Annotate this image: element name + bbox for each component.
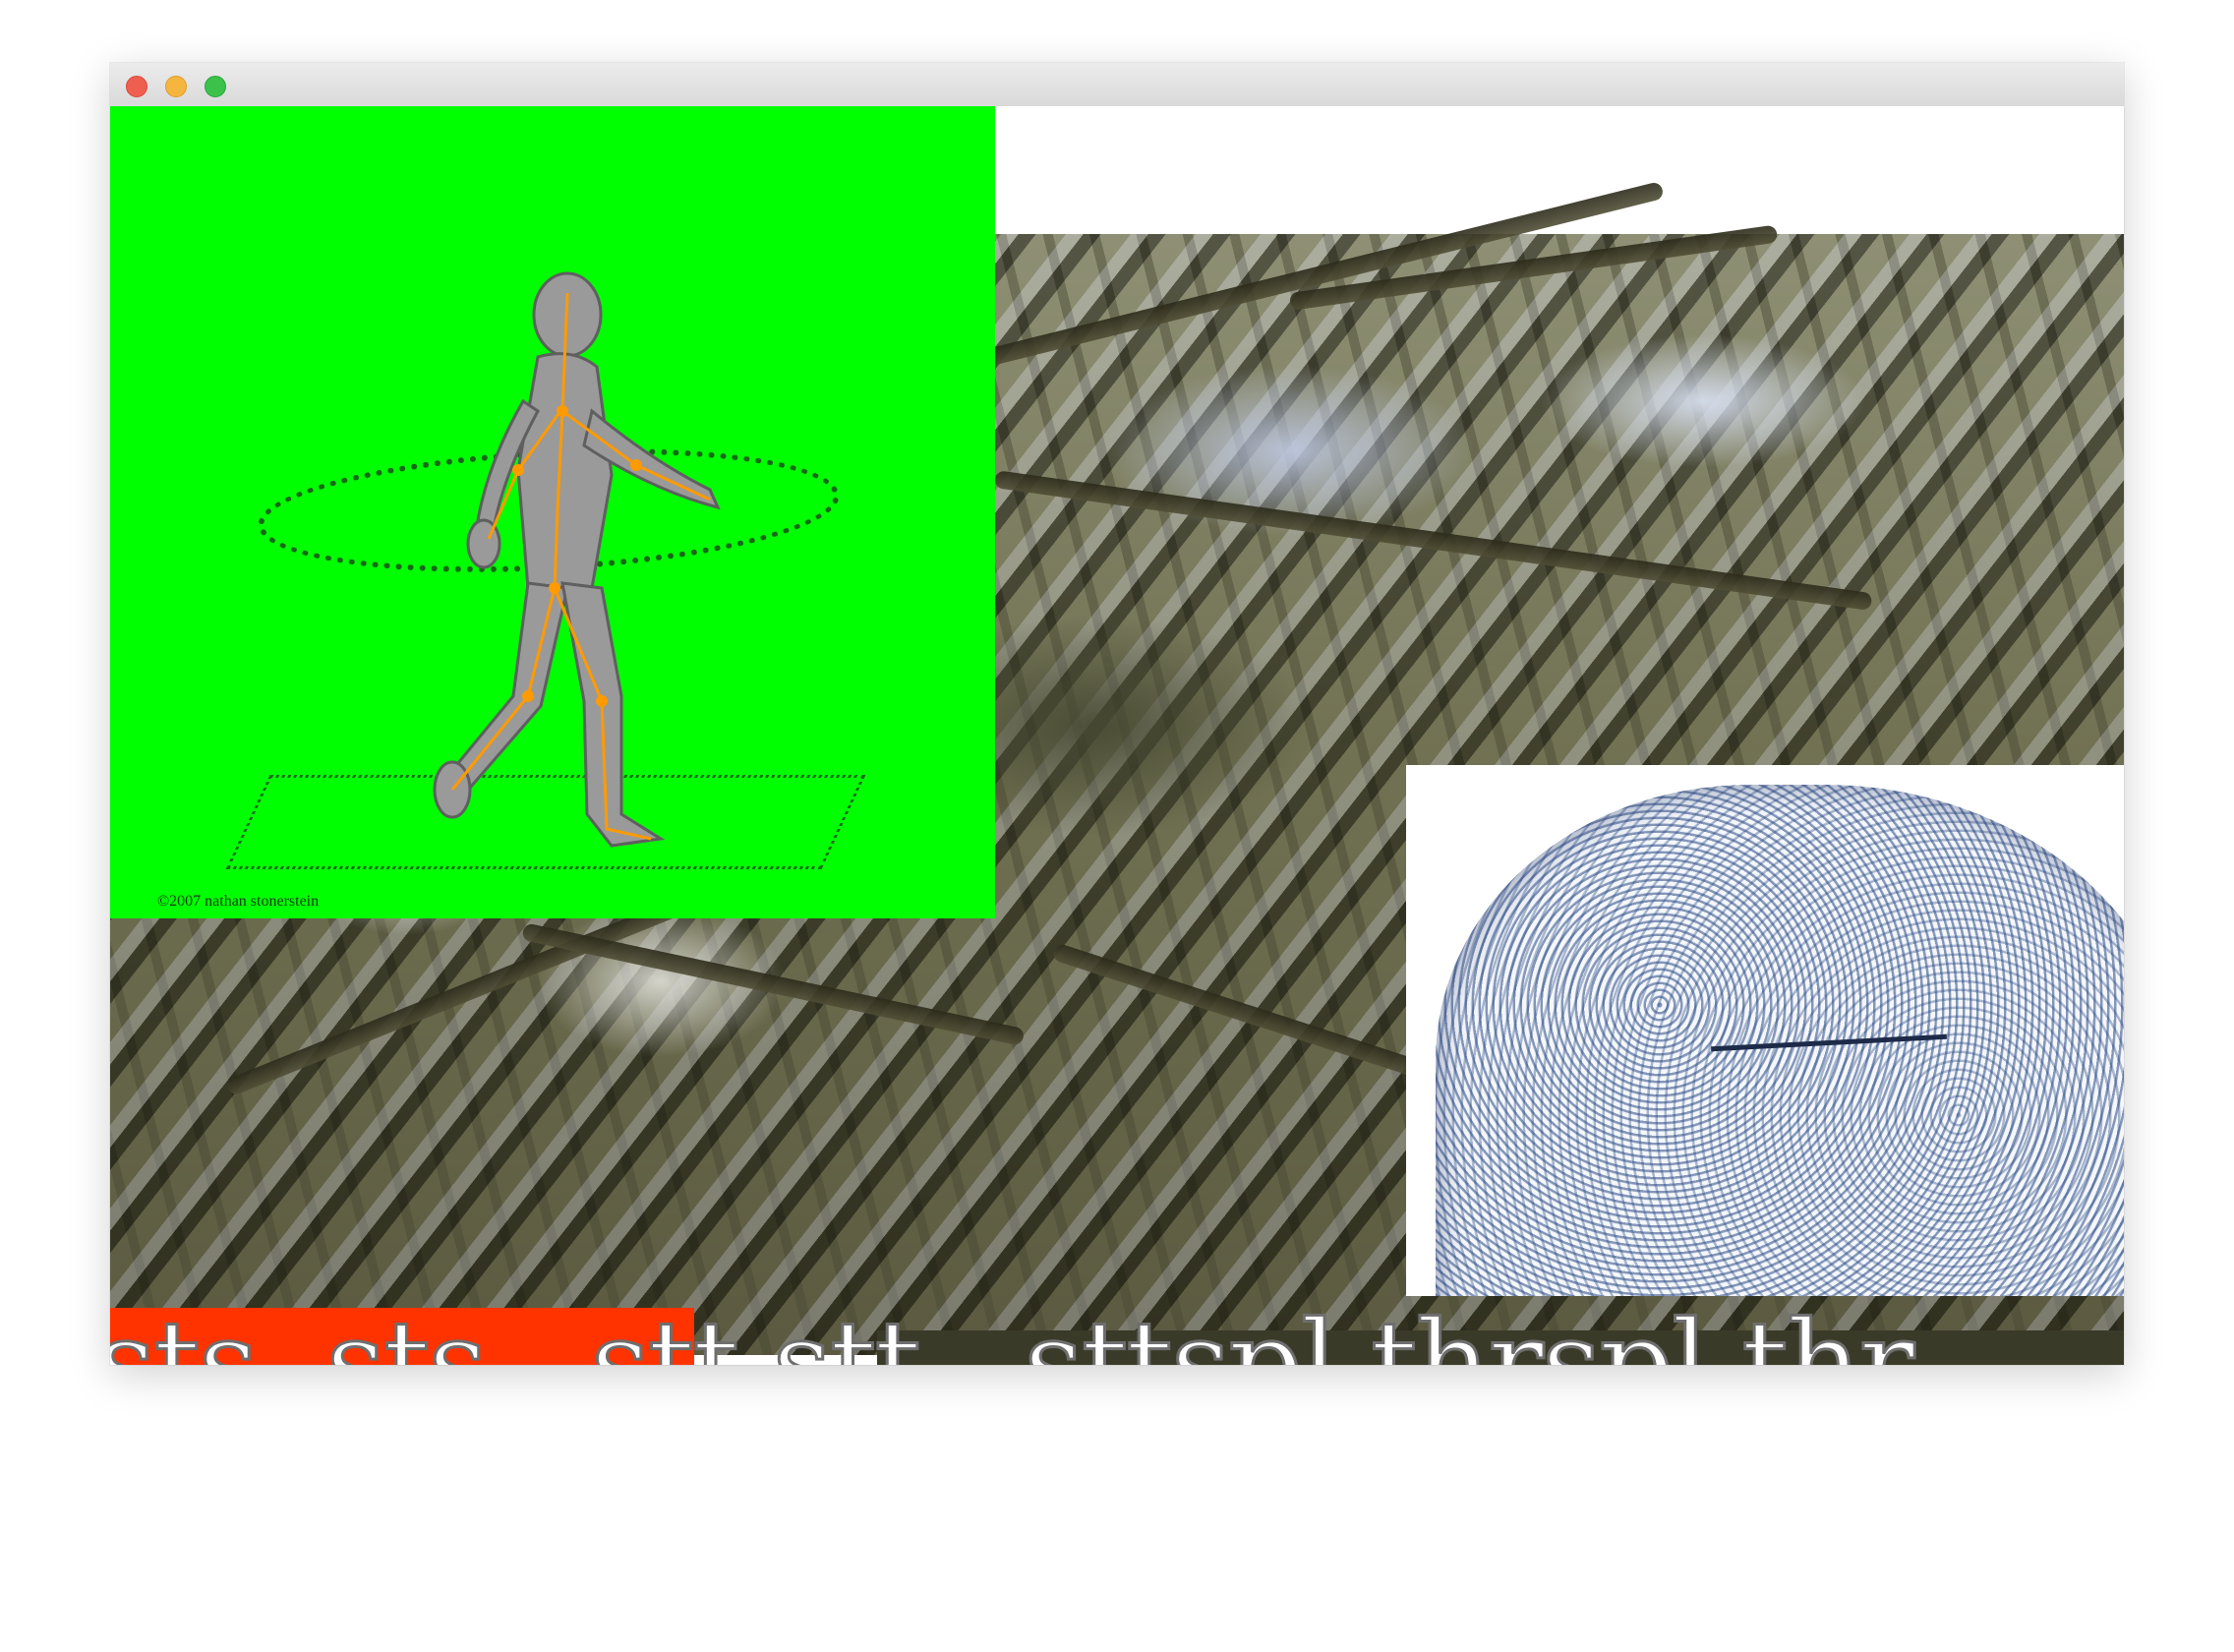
walking-figure-icon — [433, 271, 721, 848]
branch-shape — [521, 922, 1026, 1046]
minimize-window-button[interactable] — [165, 76, 187, 97]
close-window-button[interactable] — [126, 76, 147, 97]
desktop: ©2007 nathan stonerstein sts sts stt stt… — [0, 0, 2234, 1652]
motion-capture-frame: ©2007 nathan stonerstein — [110, 106, 995, 918]
branch-shape — [1051, 942, 1450, 1088]
window-titlebar[interactable] — [110, 63, 2124, 107]
stippled-cloud — [1436, 785, 2124, 1296]
scrolling-word-strip: sts sts stt stt sttspl thrspl thr — [110, 1294, 1916, 1366]
stippled-overlay — [1406, 765, 2124, 1296]
page-viewport: ©2007 nathan stonerstein sts sts stt stt… — [110, 106, 2124, 1365]
branch-shape — [972, 181, 1665, 370]
branch-shape — [993, 470, 1873, 612]
maximize-window-button[interactable] — [205, 76, 226, 97]
stipple-line — [1711, 1033, 1947, 1052]
browser-window: ©2007 nathan stonerstein sts sts stt stt… — [110, 63, 2124, 1365]
image-credit: ©2007 nathan stonerstein — [157, 893, 320, 910]
